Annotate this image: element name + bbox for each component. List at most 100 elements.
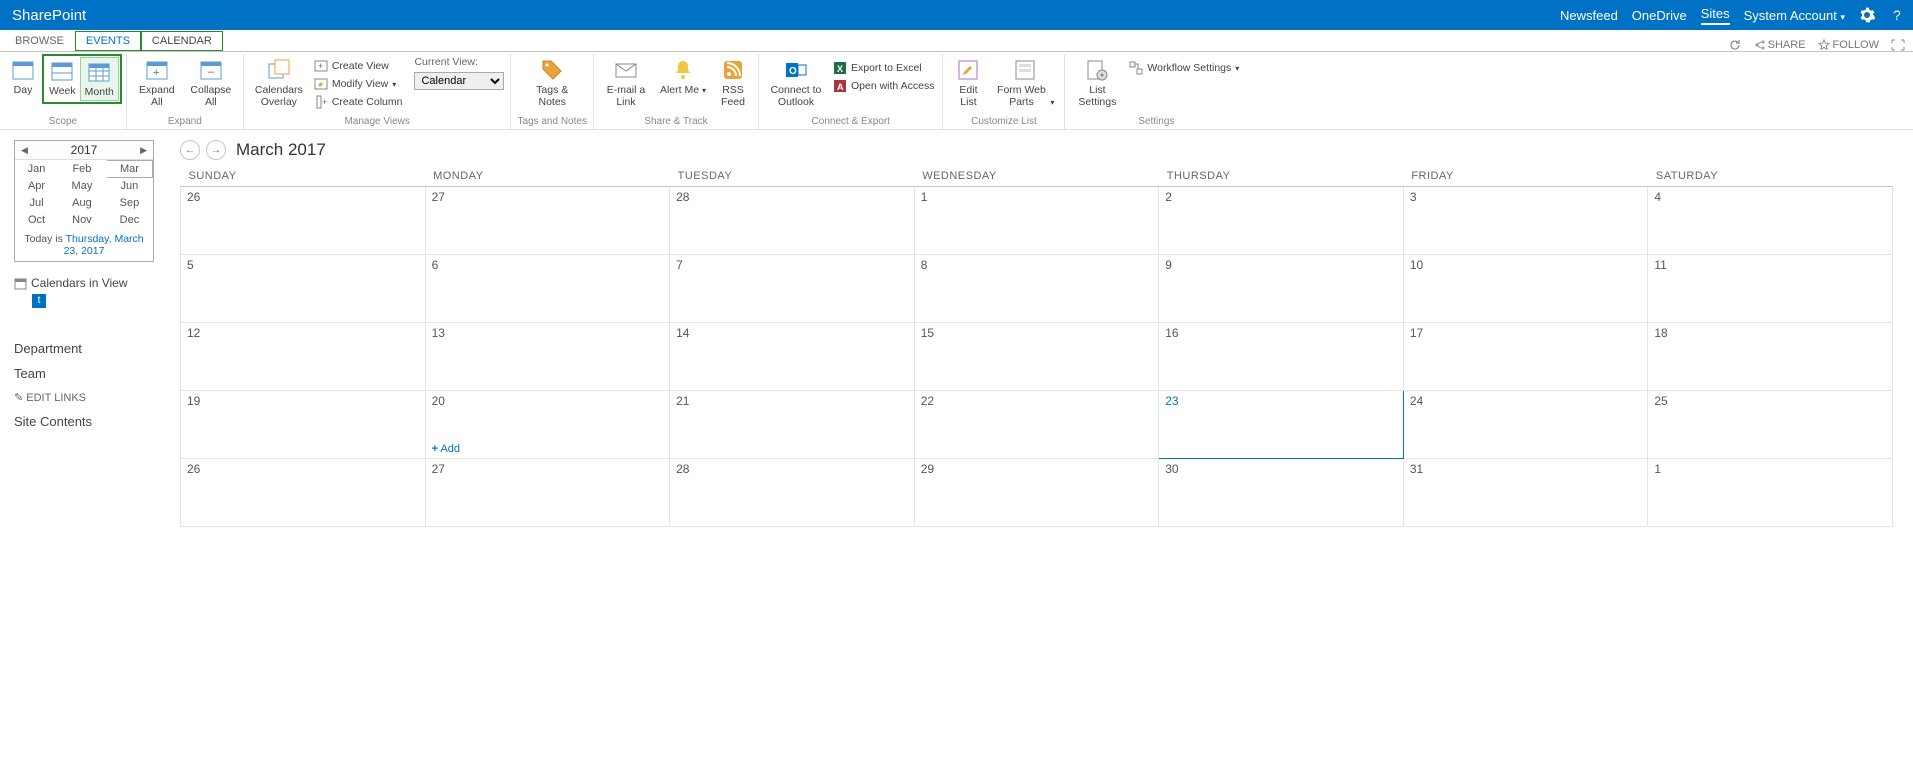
calendar-cell[interactable]: 2 (1159, 187, 1404, 255)
calendar-cell[interactable]: 18 (1648, 323, 1893, 391)
email-link-button[interactable]: E-mail a Link (600, 56, 652, 110)
minical-month[interactable]: Jun (106, 178, 152, 195)
open-access-button[interactable]: AOpen with Access (831, 78, 936, 94)
tab-events[interactable]: EVENTS (75, 31, 141, 51)
calendar-cell[interactable]: 28 (670, 459, 915, 527)
minical-today-link[interactable]: Thursday, March 23, 2017 (64, 233, 144, 257)
connect-outlook-button[interactable]: O Connect to Outlook (765, 56, 827, 110)
calendar-cell[interactable]: 10 (1403, 255, 1648, 323)
account-menu[interactable]: System Account ▾ (1744, 8, 1845, 23)
add-event-link[interactable]: + Add (432, 443, 460, 455)
help-icon[interactable]: ? (1889, 7, 1905, 23)
minical-month[interactable]: Jan (16, 161, 58, 178)
calendar-cell[interactable]: 23 (1159, 391, 1404, 459)
scope-month-button[interactable]: Month (80, 57, 119, 101)
tab-browse[interactable]: BROWSE (4, 31, 75, 51)
minical-month[interactable]: Apr (16, 178, 58, 195)
scope-week-button[interactable]: Week (45, 57, 80, 101)
share-button[interactable]: SHARE (1753, 39, 1806, 51)
calendar-cell[interactable]: 15 (914, 323, 1159, 391)
minical-month[interactable]: Sep (106, 195, 152, 212)
refresh-icon[interactable] (1729, 39, 1741, 51)
minical-month[interactable]: Aug (58, 195, 107, 212)
rss-feed-button[interactable]: RSS Feed (714, 56, 752, 110)
calendar-cell[interactable]: 3 (1403, 187, 1648, 255)
expand-all-button[interactable]: + Expand All (133, 56, 181, 110)
minical-month-current[interactable]: Mar (106, 161, 152, 178)
minical-month[interactable]: Dec (106, 212, 152, 229)
calendar-cell[interactable]: 27 (425, 187, 670, 255)
calendar-in-view-item[interactable]: t (32, 294, 46, 308)
calendar-cell[interactable]: 13 (425, 323, 670, 391)
svg-text:X: X (837, 64, 843, 74)
minical-month[interactable]: Nov (58, 212, 107, 229)
link-sites[interactable]: Sites (1701, 6, 1730, 25)
calendar-cell[interactable]: 14 (670, 323, 915, 391)
calendar-cell[interactable]: 12 (181, 323, 426, 391)
brand: SharePoint (12, 7, 86, 24)
minical-prev[interactable]: ◀ (21, 145, 28, 156)
tags-notes-button[interactable]: Tags & Notes (528, 56, 576, 110)
calendar-cell[interactable]: 24 (1403, 391, 1648, 459)
current-view-select[interactable]: Calendar (414, 72, 504, 90)
list-settings-icon (1085, 58, 1109, 82)
tab-calendar[interactable]: CALENDAR (141, 31, 223, 51)
create-column-button[interactable]: +Create Column (312, 94, 405, 110)
calendars-overlay-button[interactable]: Calendars Overlay (250, 56, 308, 110)
calendar-cell[interactable]: 17 (1403, 323, 1648, 391)
link-newsfeed[interactable]: Newsfeed (1560, 8, 1618, 23)
minical-month[interactable]: May (58, 178, 107, 195)
calendar-cell[interactable]: 9 (1159, 255, 1404, 323)
calendar-cell[interactable]: 4 (1648, 187, 1893, 255)
calendar-cell[interactable]: 26 (181, 187, 426, 255)
minical-month[interactable]: Feb (58, 161, 107, 178)
cal-prev-button[interactable]: ← (180, 140, 200, 160)
calendar-cell[interactable]: 8 (914, 255, 1159, 323)
calendar-cell[interactable]: 5 (181, 255, 426, 323)
calendar-cell[interactable]: 31 (1403, 459, 1648, 527)
calendar-cell[interactable]: 16 (1159, 323, 1404, 391)
nav-site-contents[interactable]: Site Contents (14, 409, 160, 434)
calendar-cell[interactable]: 28 (670, 187, 915, 255)
focus-icon[interactable] (1891, 39, 1905, 51)
calendar-cell[interactable]: 27 (425, 459, 670, 527)
nav-team[interactable]: Team (14, 361, 160, 386)
calendar-cell[interactable]: 1 (1648, 459, 1893, 527)
calendar-cell[interactable]: 6 (425, 255, 670, 323)
calendar-cell[interactable]: 25 (1648, 391, 1893, 459)
day-header: THURSDAY (1159, 166, 1404, 187)
gear-icon[interactable] (1859, 7, 1875, 23)
alert-me-button[interactable]: Alert Me ▾ (656, 56, 710, 98)
minical-month[interactable]: Oct (16, 212, 58, 229)
modify-view-button[interactable]: Modify View ▾ (312, 76, 405, 92)
nav-department[interactable]: Department (14, 336, 160, 361)
cal-next-button[interactable]: → (206, 140, 226, 160)
calendar-cell[interactable]: 21 (670, 391, 915, 459)
calendar-cell[interactable]: 19 (181, 391, 426, 459)
calendar-month-icon (87, 60, 111, 84)
edit-list-button[interactable]: Edit List (949, 56, 987, 110)
workflow-settings-button[interactable]: Workflow Settings ▾ (1127, 60, 1241, 76)
calendar-cell[interactable]: 11 (1648, 255, 1893, 323)
calendar-cell[interactable]: 29 (914, 459, 1159, 527)
minical-next[interactable]: ▶ (140, 145, 147, 156)
list-settings-button[interactable]: List Settings (1071, 56, 1123, 110)
form-web-parts-button[interactable]: Form Web Parts ▾ (991, 56, 1058, 110)
calendar-cell[interactable]: 20+ Add (425, 391, 670, 459)
calendar-cell[interactable]: 7 (670, 255, 915, 323)
scope-day-button[interactable]: Day (6, 56, 40, 98)
calendar-cell[interactable]: 30 (1159, 459, 1404, 527)
follow-button[interactable]: FOLLOW (1818, 39, 1879, 51)
link-onedrive[interactable]: OneDrive (1632, 8, 1687, 23)
create-view-button[interactable]: +Create View (312, 58, 405, 74)
ribbon-group-connect: O Connect to Outlook XExport to Excel AO… (759, 54, 943, 129)
minical-months: Jan Feb Mar Apr May Jun Jul Aug Sep Oct … (15, 160, 153, 229)
calendar-cell[interactable]: 26 (181, 459, 426, 527)
workflow-icon (1129, 61, 1143, 75)
export-excel-button[interactable]: XExport to Excel (831, 60, 936, 76)
calendar-cell[interactable]: 1 (914, 187, 1159, 255)
nav-edit-links[interactable]: ✎ EDIT LINKS (14, 386, 160, 409)
collapse-all-button[interactable]: – Collapse All (185, 56, 237, 110)
calendar-cell[interactable]: 22 (914, 391, 1159, 459)
minical-month[interactable]: Jul (16, 195, 58, 212)
